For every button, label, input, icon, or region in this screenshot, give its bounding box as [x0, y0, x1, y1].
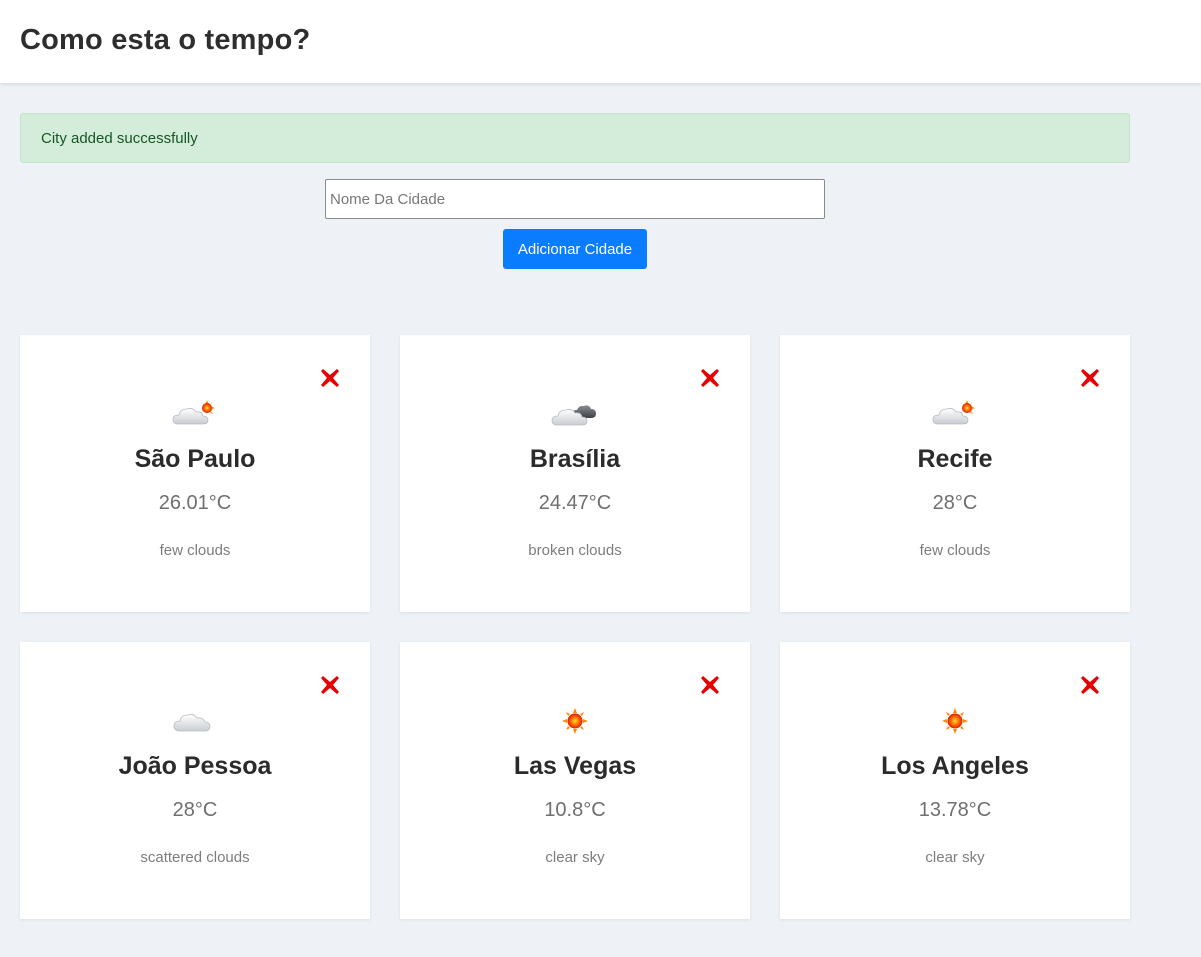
city-name: Brasília	[529, 445, 621, 473]
city-temperature: 28°C	[932, 492, 978, 514]
weather-description: scattered clouds	[140, 849, 250, 866]
city-temperature: 13.78°C	[918, 799, 992, 821]
city-name: João Pessoa	[118, 752, 272, 780]
close-icon[interactable]	[700, 675, 720, 695]
city-name-input[interactable]	[325, 179, 825, 219]
weather-description: broken clouds	[528, 542, 622, 559]
close-icon[interactable]	[1080, 368, 1100, 388]
clear-sky-icon	[930, 705, 980, 737]
close-icon[interactable]	[1080, 675, 1100, 695]
city-name: Recife	[917, 445, 993, 473]
alert-message: City added successfully	[41, 130, 198, 147]
weather-description: clear sky	[545, 849, 605, 866]
success-alert: City added successfully	[20, 113, 1130, 163]
weather-description: clear sky	[925, 849, 985, 866]
city-card: Los Angeles 13.78°C clear sky	[780, 642, 1130, 919]
close-icon[interactable]	[320, 368, 340, 388]
broken-clouds-icon	[550, 398, 600, 430]
few-clouds-icon	[170, 398, 220, 430]
add-city-button[interactable]: Adicionar Cidade	[503, 229, 647, 269]
page-title: Como esta o tempo?	[20, 24, 311, 56]
city-temperature: 24.47°C	[538, 492, 612, 514]
city-card: Recife 28°C few clouds	[780, 335, 1130, 612]
city-name: Los Angeles	[881, 752, 1029, 780]
city-card: Las Vegas 10.8°C clear sky	[400, 642, 750, 919]
weather-description: few clouds	[919, 542, 991, 559]
city-card: João Pessoa 28°C scattered clouds	[20, 642, 370, 919]
city-temperature: 26.01°C	[158, 492, 232, 514]
close-icon[interactable]	[700, 368, 720, 388]
close-icon[interactable]	[320, 675, 340, 695]
scattered-clouds-icon	[170, 705, 220, 737]
weather-description: few clouds	[159, 542, 231, 559]
city-card: São Paulo 26.01°C few clouds	[20, 335, 370, 612]
city-temperature: 10.8°C	[544, 799, 606, 821]
city-card: Brasília 24.47°C broken clouds	[400, 335, 750, 612]
app-header: Como esta o tempo?	[0, 0, 1201, 83]
city-name: Las Vegas	[513, 752, 637, 780]
city-temperature: 28°C	[172, 799, 218, 821]
city-name: São Paulo	[134, 445, 256, 473]
few-clouds-icon	[930, 398, 980, 430]
clear-sky-icon	[550, 705, 600, 737]
